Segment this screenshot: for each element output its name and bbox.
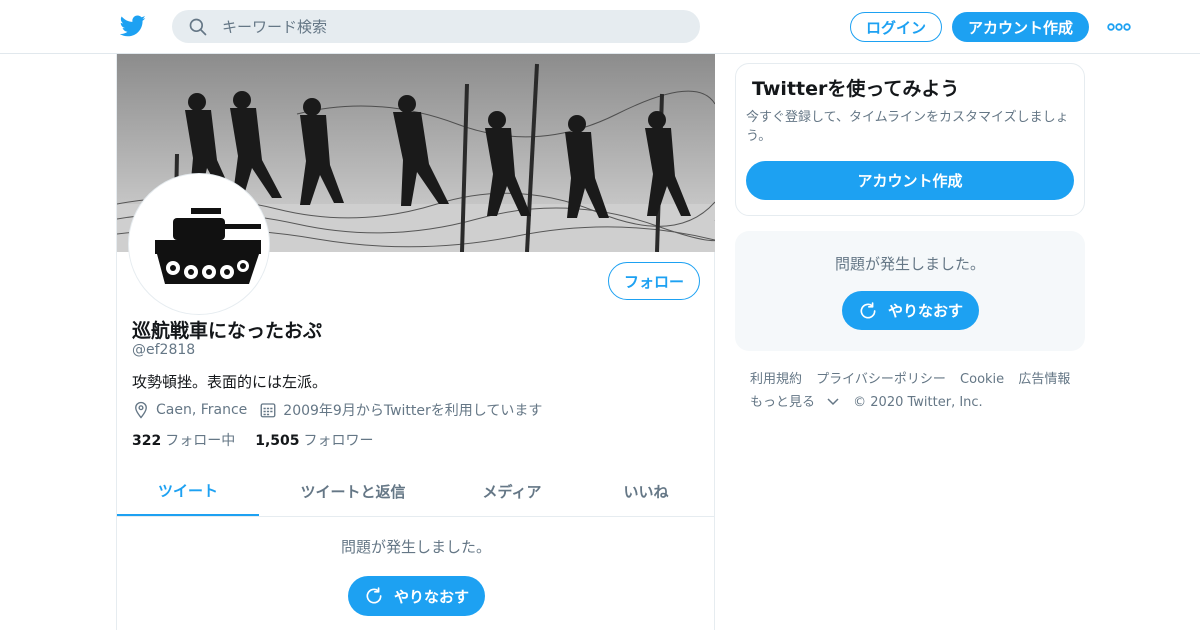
profile-display-name: 巡航戦車になったおぷ [132, 320, 323, 342]
joined-text: 2009年9月からTwitterを利用しています [283, 403, 543, 419]
tab-tweets-and-replies[interactable]: ツイートと返信 [259, 466, 447, 516]
profile-joined: 2009年9月からTwitterを利用しています [259, 400, 542, 420]
followers-label: フォロワー [303, 433, 374, 449]
signup-card-button[interactable]: アカウント作成 [746, 161, 1074, 200]
calendar-icon [260, 403, 276, 418]
timeline-error-message: 問題が発生しました。 [340, 538, 491, 556]
footer-link-terms[interactable]: 利用規約 [750, 372, 802, 387]
location-text: Caen, France [156, 402, 248, 418]
followers-stat[interactable]: 1,505 フォロワー [255, 430, 373, 450]
footer-more-label: もっと見る [750, 395, 816, 410]
footer-row-2: もっと見る © 2020 Twitter, Inc. [750, 391, 1090, 414]
sidebar-retry-label: やりなおす [887, 302, 963, 320]
location-pin-icon [135, 401, 147, 419]
timeline-retry-label: やりなおす [393, 587, 469, 606]
profile-location: Caen, France [132, 401, 247, 419]
login-button[interactable]: ログイン [850, 12, 942, 42]
following-count: 322 [132, 433, 162, 449]
footer-link-privacy[interactable]: プライバシーポリシー [816, 372, 946, 387]
profile-tabs: ツイート ツイートと返信 メディア いいね [117, 466, 715, 517]
signup-card-title: Twitterを使ってみよう [752, 78, 960, 100]
footer-more-link[interactable]: もっと見る [750, 395, 839, 410]
footer-link-cookie[interactable]: Cookie [960, 372, 1004, 387]
sidebar-retry-button[interactable]: やりなおす [842, 291, 979, 330]
following-label: フォロー中 [165, 433, 236, 449]
signup-card-description: 今すぐ登録して、タイムラインをカスタマイズしましょう。 [746, 110, 1069, 144]
tab-tweets[interactable]: ツイート [117, 466, 259, 516]
signup-card: Twitterを使ってみよう 今すぐ登録して、タイムラインをカスタマイズしましょ… [735, 63, 1085, 216]
footer-links-row: 利用規約 プライバシーポリシー Cookie 広告情報 [750, 368, 1090, 391]
sidebar-error-message: 問題が発生しました。 [834, 255, 985, 273]
following-stat[interactable]: 322 フォロー中 [132, 430, 235, 450]
sidebar-footer: 利用規約 プライバシーポリシー Cookie 広告情報 もっと見る © 2020… [750, 368, 1090, 414]
tab-likes[interactable]: いいね [577, 466, 715, 516]
chevron-down-icon [827, 398, 839, 406]
more-dots-icon [1107, 23, 1131, 31]
signup-button[interactable]: アカウント作成 [952, 12, 1089, 42]
followers-count: 1,505 [255, 433, 300, 449]
profile-column: フォロー 巡航戦車になったおぷ @ef2818 攻勢頓挫。表面的には左派。 Ca… [116, 54, 715, 630]
search-bar[interactable] [172, 10, 700, 43]
twitter-bird-icon[interactable] [120, 13, 146, 39]
search-icon [189, 18, 207, 35]
search-input[interactable] [222, 17, 662, 36]
top-navigation-bar: ログイン アカウント作成 [0, 0, 1200, 54]
profile-avatar[interactable] [129, 174, 269, 314]
profile-stats: 322 フォロー中 1,505 フォロワー [132, 430, 394, 450]
sidebar-error-card: 問題が発生しました。 やりなおす [735, 231, 1085, 351]
refresh-icon [366, 587, 382, 604]
tab-media[interactable]: メディア [447, 466, 577, 516]
tank-avatar-image [133, 178, 265, 310]
more-menu-button[interactable] [1106, 18, 1132, 36]
profile-handle[interactable]: @ef2818 [132, 342, 195, 358]
profile-meta: Caen, France 2009年9月からTwitterを利用しています [132, 400, 554, 420]
footer-copyright: © 2020 Twitter, Inc. [853, 395, 983, 410]
timeline-retry-button[interactable]: やりなおす [348, 576, 485, 616]
profile-bio: 攻勢頓挫。表面的には左派。 [132, 373, 328, 391]
follow-button[interactable]: フォロー [608, 262, 700, 300]
refresh-icon [860, 301, 876, 319]
footer-link-ads[interactable]: 広告情報 [1018, 372, 1070, 387]
